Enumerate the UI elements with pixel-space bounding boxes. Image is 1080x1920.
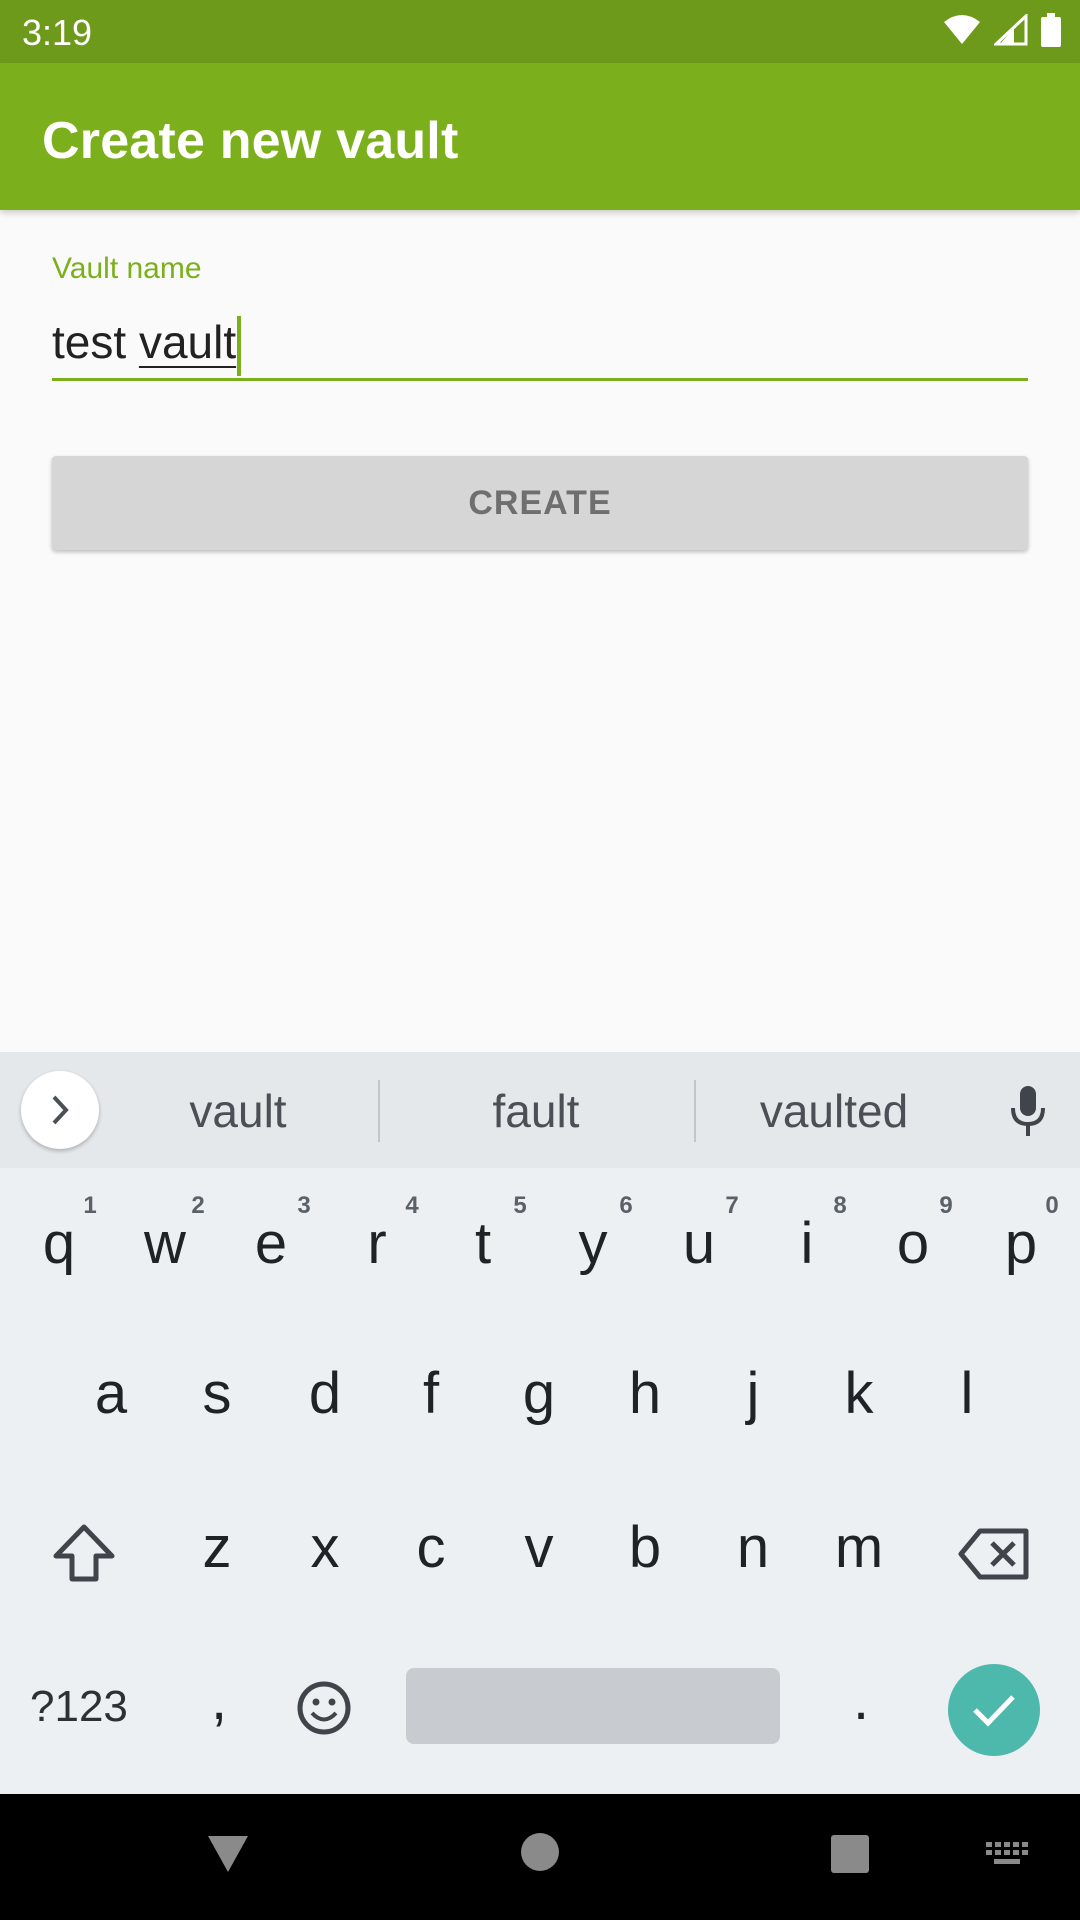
key-v[interactable]: v: [494, 1514, 584, 1581]
wifi-icon: [944, 15, 980, 44]
key-p[interactable]: p: [976, 1210, 1066, 1277]
key-r[interactable]: r: [332, 1210, 422, 1277]
suggestion-2[interactable]: fault: [386, 1084, 686, 1138]
key-f[interactable]: f: [386, 1360, 476, 1427]
space-key[interactable]: [406, 1668, 780, 1744]
key-period[interactable]: .: [816, 1666, 906, 1733]
key-m[interactable]: m: [814, 1514, 904, 1581]
key-hint: 1: [83, 1192, 97, 1219]
key-hint: 9: [939, 1192, 953, 1219]
recents-icon[interactable]: [830, 1834, 870, 1874]
create-button-label: CREATE: [468, 483, 612, 522]
shift-key[interactable]: [52, 1522, 116, 1589]
keyboard-switch-icon[interactable]: [986, 1842, 1030, 1868]
battery-icon: [1041, 13, 1061, 47]
key-hint: 5: [513, 1192, 527, 1219]
key-n[interactable]: n: [708, 1514, 798, 1581]
microphone-icon[interactable]: [1008, 1084, 1048, 1138]
input-text-prefix: test: [52, 316, 139, 368]
key-s[interactable]: s: [172, 1360, 262, 1427]
key-y[interactable]: y: [548, 1210, 638, 1277]
symbols-key[interactable]: ?123: [30, 1682, 128, 1732]
key-i[interactable]: i: [762, 1210, 852, 1277]
check-icon: [973, 1695, 1015, 1727]
suggestion-divider: [378, 1080, 380, 1142]
key-hint: 8: [833, 1192, 847, 1219]
status-icons: [942, 12, 1062, 48]
key-l[interactable]: l: [922, 1360, 1012, 1427]
text-cursor: [237, 315, 242, 376]
vault-name-label: Vault name: [52, 252, 202, 285]
suggestion-1[interactable]: vault: [88, 1084, 388, 1138]
status-bar: 3:19: [0, 0, 1080, 63]
key-g[interactable]: g: [494, 1360, 584, 1427]
key-hint: 0: [1045, 1192, 1059, 1219]
key-hint: 7: [725, 1192, 739, 1219]
done-key[interactable]: [948, 1664, 1040, 1756]
key-c[interactable]: c: [386, 1514, 476, 1581]
key-u[interactable]: u: [654, 1210, 744, 1277]
key-o[interactable]: o: [868, 1210, 958, 1277]
emoji-icon: [297, 1681, 351, 1735]
key-t[interactable]: t: [438, 1210, 528, 1277]
key-q[interactable]: q: [14, 1210, 104, 1277]
key-hint: 3: [297, 1192, 311, 1219]
emoji-key[interactable]: [296, 1680, 352, 1741]
key-hint: 2: [191, 1192, 205, 1219]
home-icon[interactable]: [520, 1832, 560, 1872]
key-k[interactable]: k: [814, 1360, 904, 1427]
key-j[interactable]: j: [708, 1360, 798, 1427]
vault-name-input[interactable]: test vault: [52, 306, 1028, 381]
backspace-icon: [958, 1528, 1029, 1580]
app-bar: Create new vault: [0, 63, 1080, 210]
key-comma[interactable]: ,: [174, 1666, 264, 1733]
keyboard: vault fault vaulted q w e r t y u i o p …: [0, 1052, 1080, 1794]
key-e[interactable]: e: [226, 1210, 316, 1277]
chevron-right-icon: [52, 1095, 69, 1125]
key-d[interactable]: d: [280, 1360, 370, 1427]
signal-icon: [994, 14, 1028, 46]
back-icon[interactable]: [206, 1834, 250, 1874]
key-b[interactable]: b: [600, 1514, 690, 1581]
navigation-bar: [0, 1794, 1080, 1920]
page-title: Create new vault: [42, 112, 459, 170]
create-button[interactable]: CREATE: [52, 456, 1028, 550]
key-x[interactable]: x: [280, 1514, 370, 1581]
key-hint: 6: [619, 1192, 633, 1219]
key-hint: 4: [405, 1192, 419, 1219]
suggestion-bar: vault fault vaulted: [0, 1052, 1080, 1168]
key-z[interactable]: z: [172, 1514, 262, 1581]
status-time: 3:19: [22, 12, 93, 53]
key-w[interactable]: w: [120, 1210, 210, 1277]
input-composing-word: vault: [138, 316, 237, 368]
key-a[interactable]: a: [66, 1360, 156, 1427]
suggestion-3[interactable]: vaulted: [684, 1084, 984, 1138]
shift-icon: [53, 1524, 115, 1582]
key-h[interactable]: h: [600, 1360, 690, 1427]
backspace-key[interactable]: [958, 1528, 1030, 1585]
